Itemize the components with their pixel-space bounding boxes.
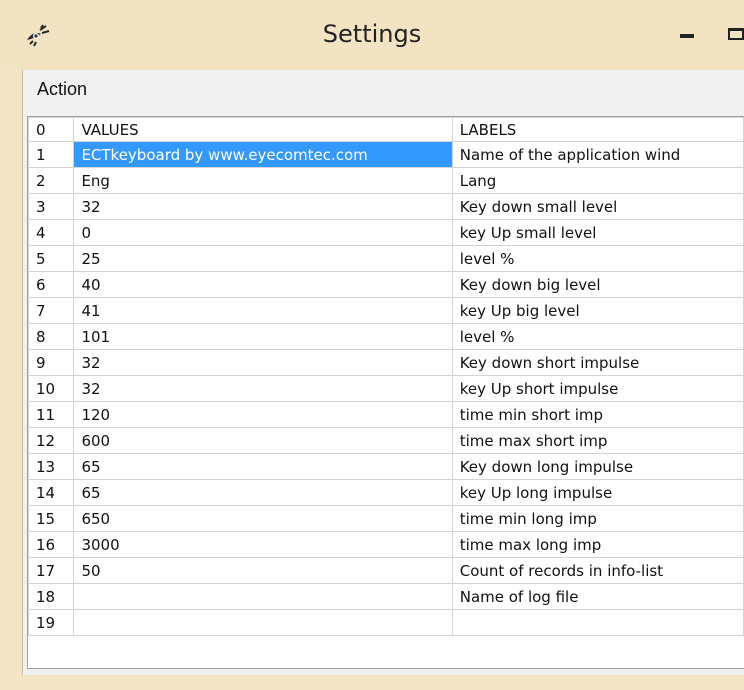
value-cell[interactable]: 3000: [73, 531, 453, 558]
label-cell[interactable]: level %: [451, 245, 744, 272]
label-cell[interactable]: key Up long impulse: [451, 479, 744, 506]
row-index-cell: 8: [28, 323, 75, 350]
label-cell[interactable]: Name of log file: [451, 583, 744, 610]
minimize-icon[interactable]: [676, 22, 700, 46]
label-cell[interactable]: time max short imp: [451, 427, 744, 454]
row-index-cell: 1: [28, 141, 75, 168]
value-cell[interactable]: 0: [73, 219, 453, 246]
label-cell[interactable]: time min long imp: [451, 505, 744, 532]
table-row[interactable]: 16 3000 time max long imp: [28, 531, 744, 558]
label-cell[interactable]: key Up small level: [451, 219, 744, 246]
value-cell[interactable]: 50: [73, 557, 453, 584]
row-index-cell: 17: [28, 557, 75, 584]
label-cell[interactable]: time max long imp: [451, 531, 744, 558]
table-row[interactable]: 17 50 Count of records in info-list: [28, 557, 744, 584]
row-index-cell: 14: [28, 479, 75, 506]
row-index-cell: 3: [28, 193, 75, 220]
label-cell[interactable]: Lang: [451, 167, 744, 194]
title-bar[interactable]: Settings: [0, 0, 744, 70]
label-cell[interactable]: Key down big level: [451, 271, 744, 298]
header-row: 0 VALUES LABELS: [28, 117, 744, 142]
label-cell[interactable]: Key down small level: [451, 193, 744, 220]
value-cell[interactable]: 32: [73, 349, 453, 376]
row-index-cell: 2: [28, 167, 75, 194]
table-row[interactable]: 15 650 time min long imp: [28, 505, 744, 532]
table-row[interactable]: 19: [28, 609, 744, 636]
value-cell[interactable]: [73, 609, 453, 636]
row-index-cell: 11: [28, 401, 75, 428]
row-index-cell: 19: [28, 609, 75, 636]
settings-grid[interactable]: 0 VALUES LABELS 1 ECTkeyboard by www.eyec…: [27, 116, 744, 669]
value-cell[interactable]: ECTkeyboard by www.eyecomtec.com: [73, 141, 453, 168]
header-values[interactable]: VALUES: [73, 117, 453, 142]
maximize-icon[interactable]: [726, 22, 744, 46]
label-cell[interactable]: Key down short impulse: [451, 349, 744, 376]
value-cell[interactable]: 41: [73, 297, 453, 324]
value-cell[interactable]: 25: [73, 245, 453, 272]
row-index-cell: 16: [28, 531, 75, 558]
label-cell[interactable]: Key down long impulse: [451, 453, 744, 480]
row-index-cell: 12: [28, 427, 75, 454]
table-row[interactable]: 6 40 Key down big level: [28, 271, 744, 298]
value-cell[interactable]: 650: [73, 505, 453, 532]
row-index-cell: 15: [28, 505, 75, 532]
table-row[interactable]: 8 101 level %: [28, 323, 744, 350]
label-cell[interactable]: Count of records in info-list: [451, 557, 744, 584]
value-cell[interactable]: [73, 583, 453, 610]
table-row[interactable]: 14 65 key Up long impulse: [28, 479, 744, 506]
value-cell[interactable]: 32: [73, 375, 453, 402]
label-cell[interactable]: [451, 609, 744, 636]
settings-table: 0 VALUES LABELS 1 ECTkeyboard by www.eyec…: [28, 117, 744, 636]
label-cell[interactable]: Name of the application wind: [451, 141, 744, 168]
table-row[interactable]: 13 65 Key down long impulse: [28, 453, 744, 480]
menu-bar: Action: [23, 70, 744, 112]
row-index-cell: 10: [28, 375, 75, 402]
row-index-cell: 7: [28, 297, 75, 324]
row-index-cell: 13: [28, 453, 75, 480]
table-row[interactable]: 4 0 key Up small level: [28, 219, 744, 246]
label-cell[interactable]: level %: [451, 323, 744, 350]
table-row[interactable]: 10 32 key Up short impulse: [28, 375, 744, 402]
client-area: Action 0 VALUES LABELS 1 ECTkeyboard by w…: [22, 70, 744, 675]
header-index: 0: [28, 117, 75, 142]
row-index-cell: 18: [28, 583, 75, 610]
table-row[interactable]: 2 Eng Lang: [28, 167, 744, 194]
value-cell[interactable]: 600: [73, 427, 453, 454]
label-cell[interactable]: time min short imp: [451, 401, 744, 428]
row-index-cell: 5: [28, 245, 75, 272]
label-cell[interactable]: key Up big level: [451, 297, 744, 324]
table-row[interactable]: 9 32 Key down short impulse: [28, 349, 744, 376]
table-row[interactable]: 7 41 key Up big level: [28, 297, 744, 324]
value-cell[interactable]: 40: [73, 271, 453, 298]
row-index-cell: 6: [28, 271, 75, 298]
table-row[interactable]: 3 32 Key down small level: [28, 193, 744, 220]
table-row[interactable]: 12 600 time max short imp: [28, 427, 744, 454]
value-cell[interactable]: 65: [73, 453, 453, 480]
settings-window: Settings Action 0 VALUES LABELS 1 ECTkeyb…: [0, 0, 744, 690]
value-cell[interactable]: 65: [73, 479, 453, 506]
menu-action[interactable]: Action: [37, 79, 87, 100]
table-row[interactable]: 5 25 level %: [28, 245, 744, 272]
table-row[interactable]: 1 ECTkeyboard by www.eyecomtec.com Name of…: [28, 141, 744, 168]
value-cell[interactable]: 101: [73, 323, 453, 350]
value-cell[interactable]: 120: [73, 401, 453, 428]
row-index-cell: 9: [28, 349, 75, 376]
window-title: Settings: [322, 20, 422, 48]
value-cell[interactable]: 32: [73, 193, 453, 220]
table-row[interactable]: 18 Name of log file: [28, 583, 744, 610]
header-labels[interactable]: LABELS: [451, 117, 744, 142]
label-cell[interactable]: key Up short impulse: [451, 375, 744, 402]
row-index-cell: 4: [28, 219, 75, 246]
table-row[interactable]: 11 120 time min short imp: [28, 401, 744, 428]
value-cell[interactable]: Eng: [73, 167, 453, 194]
